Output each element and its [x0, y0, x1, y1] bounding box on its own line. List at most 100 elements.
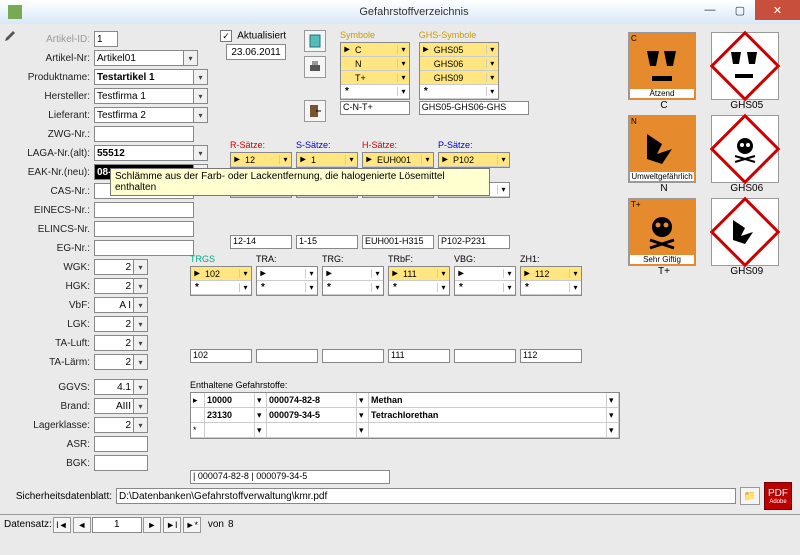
artikel-nr-dropdown[interactable]: ▾ — [184, 50, 198, 66]
artikel-nr-field[interactable] — [94, 50, 184, 66]
exit-button[interactable] — [304, 100, 326, 122]
brand-dropdown[interactable]: ▾ — [134, 398, 148, 414]
eg-field[interactable] — [94, 240, 194, 256]
wgk-dropdown[interactable]: ▾ — [134, 259, 148, 275]
ghs-corrosive-icon — [727, 48, 763, 84]
date-field[interactable] — [226, 44, 286, 60]
symbole-item[interactable]: T+ — [353, 73, 397, 83]
ggvs-dropdown[interactable]: ▾ — [134, 379, 148, 395]
aktualisiert-label: Aktualisiert — [237, 31, 286, 42]
aktualisiert-checkbox[interactable]: ✓ — [220, 30, 232, 42]
trgs-list[interactable]: ▸102▾*▾ — [190, 266, 252, 296]
sdb-field[interactable] — [116, 488, 736, 504]
notes-button[interactable] — [304, 30, 326, 52]
laga-dropdown[interactable]: ▾ — [194, 145, 208, 161]
brand-field[interactable] — [94, 398, 134, 414]
produktname-field[interactable] — [94, 69, 194, 85]
sdb-label: Sicherheitsdatenblatt: — [8, 491, 116, 502]
hazard-c: CÄtzend C — [628, 32, 700, 111]
talaerm-field[interactable] — [94, 354, 134, 370]
laga-field[interactable] — [94, 145, 194, 161]
s-list[interactable]: ▸1▾ — [296, 152, 358, 168]
ggvs-field[interactable] — [94, 379, 134, 395]
label-laga: LAGA-Nr.(alt): — [22, 148, 94, 159]
minimize-button[interactable]: — — [695, 0, 725, 20]
artikel-id-field[interactable] — [94, 31, 118, 47]
r-list[interactable]: ▸12▾ — [230, 152, 292, 168]
wgk-field[interactable] — [94, 259, 134, 275]
tra-list[interactable]: ▸▾*▾ — [256, 266, 318, 296]
nav-first[interactable]: I◄ — [53, 517, 71, 533]
r-label: R-Sätze: — [230, 140, 292, 152]
hazard-ghs09: GHS09 — [711, 198, 783, 277]
maximize-button[interactable]: ▢ — [725, 0, 755, 20]
vbf-field[interactable] — [94, 297, 134, 313]
ghs-list[interactable]: ▸GHS05▾ GHS06▾ GHS09▾ *▾ — [419, 42, 499, 100]
ghs05-label: GHS05 — [711, 100, 783, 111]
label-vbf: VbF: — [22, 300, 94, 311]
label-elincs: ELINCS-Nr. — [22, 224, 94, 235]
browse-button[interactable]: 📁 — [740, 487, 760, 505]
lagerklasse-field[interactable] — [94, 417, 134, 433]
trg-sum — [322, 349, 384, 363]
hazard-ghs05: GHS05 — [711, 32, 783, 111]
tra-sum — [256, 349, 318, 363]
ghs-item[interactable]: GHS05 — [432, 45, 486, 55]
nav-pos[interactable] — [92, 517, 142, 533]
nav-prev[interactable]: ◄ — [73, 517, 91, 533]
ghs06-label: GHS06 — [711, 183, 783, 194]
ghs-env-icon — [730, 217, 760, 247]
lgk-field[interactable] — [94, 316, 134, 332]
trbf-sum: 111 — [388, 349, 450, 363]
label-hersteller: Hersteller: — [22, 91, 94, 102]
close-button[interactable]: ✕ — [755, 0, 800, 20]
h-list[interactable]: ▸EUH001▾ — [362, 152, 434, 168]
zwg-field[interactable] — [94, 126, 194, 142]
titlebar: Gefahrstoffverzeichnis — ▢ ✕ — [0, 0, 800, 24]
nav-last[interactable]: ►I — [163, 517, 181, 533]
vbg-list[interactable]: ▸▾*▾ — [454, 266, 516, 296]
print-button[interactable] — [304, 56, 326, 78]
pencil-icon — [4, 30, 16, 42]
tra-label: TRA: — [256, 254, 318, 266]
vbg-label: VBG: — [454, 254, 516, 266]
ghs-item[interactable]: GHS09 — [432, 73, 486, 83]
symbole-item[interactable]: N — [353, 59, 397, 69]
label-zwg: ZWG-Nr.: — [22, 129, 94, 140]
lieferant-field[interactable] — [94, 107, 194, 123]
label-artikel-id: Artikel-ID: — [22, 34, 94, 45]
symbole-item[interactable]: C — [353, 45, 397, 55]
lieferant-dropdown[interactable]: ▾ — [194, 107, 208, 123]
trbf-list[interactable]: ▸111▾*▾ — [388, 266, 450, 296]
ghs-item[interactable]: GHS06 — [432, 59, 486, 69]
symbole-list[interactable]: ▸C▾ N▾ T+▾ *▾ — [340, 42, 410, 100]
hgk-dropdown[interactable]: ▾ — [134, 278, 148, 294]
lagerklasse-dropdown[interactable]: ▾ — [134, 417, 148, 433]
lgk-dropdown[interactable]: ▾ — [134, 316, 148, 332]
pdf-icon[interactable]: PDFAdobe — [764, 482, 792, 510]
hgk-field[interactable] — [94, 278, 134, 294]
hazard-n-label: N — [628, 183, 700, 194]
label-lgk: LGK: — [22, 319, 94, 330]
elincs-field[interactable] — [94, 221, 194, 237]
nav-next[interactable]: ► — [143, 517, 161, 533]
taluft-dropdown[interactable]: ▾ — [134, 335, 148, 351]
hersteller-field[interactable] — [94, 88, 194, 104]
ghs-head: GHS-Symbole — [419, 30, 529, 42]
talaerm-dropdown[interactable]: ▾ — [134, 354, 148, 370]
app-icon — [8, 5, 22, 19]
bgk-field[interactable] — [94, 455, 148, 471]
vbf-dropdown[interactable]: ▾ — [134, 297, 148, 313]
p-list[interactable]: ▸P102▾ — [438, 152, 510, 168]
einecs-field[interactable] — [94, 202, 194, 218]
nav-new[interactable]: ►* — [183, 517, 201, 533]
zh1-list[interactable]: ▸112▾*▾ — [520, 266, 582, 296]
door-icon — [308, 104, 322, 118]
trg-list[interactable]: ▸▾*▾ — [322, 266, 384, 296]
produktname-dropdown[interactable]: ▾ — [194, 69, 208, 85]
asr-field[interactable] — [94, 436, 148, 452]
skull-icon — [730, 134, 760, 164]
hersteller-dropdown[interactable]: ▾ — [194, 88, 208, 104]
enthaltene-table[interactable]: ▸10000▾000074-82-8▾Methan▾ 23130▾000079-… — [190, 392, 620, 439]
taluft-field[interactable] — [94, 335, 134, 351]
